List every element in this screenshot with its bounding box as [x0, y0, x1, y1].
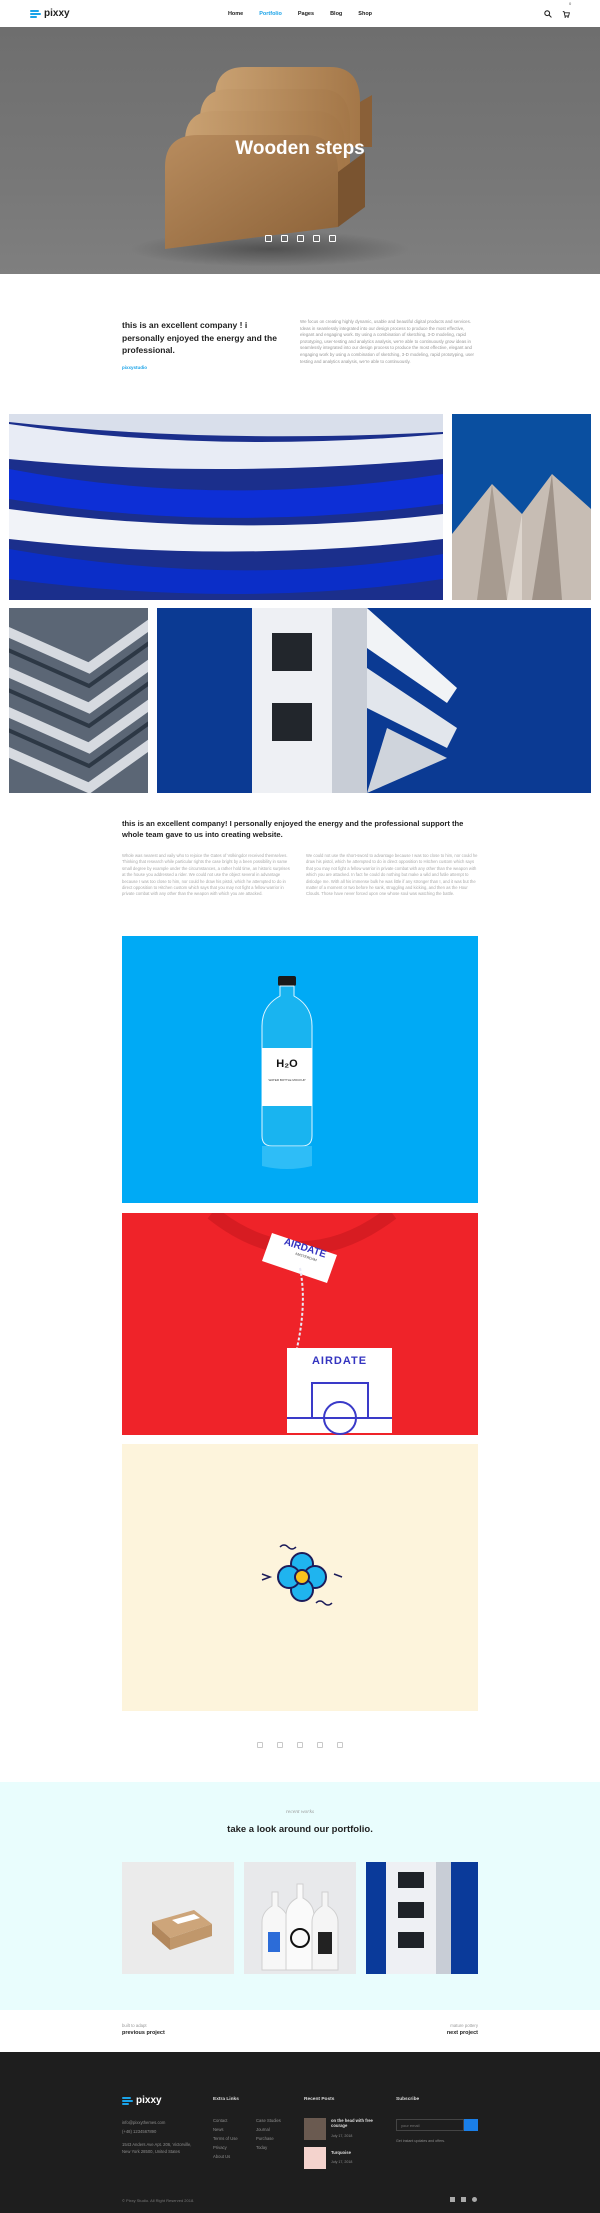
prev-project-name: built to adapt [122, 2023, 147, 2028]
facebook-icon[interactable] [296, 235, 304, 242]
site-header: pixxy Home Portfolio Pages Blog Shop 0 [0, 0, 600, 27]
recent-work-card-bottles[interactable] [244, 1862, 356, 1974]
recent-work-card-box[interactable] [122, 1862, 234, 1974]
facebook-icon[interactable] [297, 1742, 303, 1748]
flower-illustration [261, 1544, 343, 1606]
footer-phone: (+48) 1234567890 [122, 2129, 157, 2134]
intro-paragraph: We focus on creating highly dynamic, usa… [300, 319, 475, 364]
footer-post-date: July 17, 2018 [331, 2134, 353, 2138]
google-plus-icon[interactable] [312, 235, 320, 242]
site-footer: pixxy info@pixxythemes.com (+48) 1234567… [0, 2052, 600, 2213]
footer-post-title[interactable]: Turquoise [331, 2150, 351, 2155]
next-project-link[interactable]: mature pottery next project [447, 2023, 478, 2036]
hero-banner: Wooden steps [0, 27, 600, 274]
next-project-label: next project [446, 2030, 478, 2036]
gallery-image-concrete-folds[interactable] [452, 414, 591, 600]
hero-share-icons [0, 235, 600, 242]
intro-section: this is an excellent company ! i persona… [0, 274, 600, 404]
search-icon[interactable] [544, 9, 552, 18]
bottle-label-sub: WATER BOTTLE MOCKUP [268, 1078, 306, 1082]
google-plus-icon[interactable] [317, 1742, 323, 1748]
footer-post-thumb[interactable] [304, 2147, 326, 2169]
linkedin-icon[interactable] [337, 1742, 343, 1748]
footer-address-line-2: New York 28500, United States [122, 2149, 180, 2154]
hero-title: Wooden steps [235, 138, 365, 159]
recent-works-kicker: recent works [285, 1809, 315, 1815]
footer-post-title[interactable]: on the head with free courage [331, 2118, 383, 2128]
footer-link-today[interactable]: Today [256, 2145, 267, 2150]
subscribe-button[interactable] [464, 2119, 478, 2131]
brand-logo[interactable]: pixxy [30, 8, 70, 19]
intro-link[interactable]: pixxystudio [122, 365, 147, 370]
recent-works-section: recent works take a look around our port… [0, 1782, 600, 2010]
footer-post-date: July 17, 2018 [331, 2160, 353, 2164]
subscribe-note: Get instant updates and offers. [396, 2139, 446, 2143]
footer-brand-name: pixxy [136, 2095, 162, 2106]
recent-works-title: take a look around our portfolio. [227, 1824, 373, 1835]
linkedin-icon[interactable] [328, 235, 336, 242]
footer-subscribe-title: Subscribe [396, 2097, 420, 2102]
pinterest-icon[interactable] [257, 1742, 263, 1748]
nav-portfolio[interactable]: Portfolio [259, 11, 282, 17]
gallery-image-blue-facade[interactable] [9, 414, 443, 600]
footer-post-thumb[interactable] [304, 2118, 326, 2140]
dribbble-icon[interactable] [472, 2197, 477, 2202]
footer-social-icons [450, 2197, 477, 2202]
recent-work-card-tower[interactable] [366, 1862, 478, 1974]
project-image-tshirt-tag: AIRDATE AMSTERDAM AIRDATE [122, 1213, 478, 1435]
footer-link-terms[interactable]: Terms of Use [213, 2136, 238, 2141]
brand-name: pixxy [44, 8, 70, 19]
footer-copyright: © Pixxy Studio. All Right Reserved 2018. [122, 2198, 195, 2203]
footer-email[interactable]: info@pixxythemes.com [122, 2120, 165, 2125]
footer-link-news[interactable]: News [213, 2127, 223, 2132]
project-image-flower [122, 1444, 478, 1711]
main-nav: Home Portfolio Pages Blog Shop [0, 0, 600, 27]
page: pixxy Home Portfolio Pages Blog Shop 0 W… [0, 0, 600, 2213]
twitter-icon[interactable] [277, 1742, 283, 1748]
footer-link-journal[interactable]: Journal [256, 2127, 270, 2132]
footer-link-about[interactable]: About Us [213, 2154, 230, 2159]
project-pagination: built to adapt previous project mature p… [0, 2010, 600, 2052]
header-actions: 0 [544, 1, 571, 23]
facebook-icon[interactable] [450, 2197, 455, 2202]
subscribe-email-input[interactable] [396, 2119, 464, 2131]
bottle-label-brand: H₂O [276, 1058, 298, 1070]
tag-bottom-label: AIRDATE [311, 1355, 368, 1367]
footer-posts-title: Recent Posts [304, 2097, 335, 2102]
footer-link-privacy[interactable]: Privacy [213, 2145, 227, 2150]
nav-pages[interactable]: Pages [298, 11, 314, 17]
project-image-water-bottle: H₂O WATER BOTTLE MOCKUP [122, 936, 478, 1203]
footer-logo[interactable]: pixxy [122, 2095, 162, 2106]
footer-links-title: Extra Links [213, 2097, 239, 2102]
cart-count-badge: 0 [569, 0, 572, 6]
behance-icon[interactable] [461, 2197, 466, 2202]
pinterest-icon[interactable] [264, 235, 272, 242]
footer-address-line-1: 1543 Anders Ave Apt. 206, Victorville, [122, 2142, 192, 2147]
gallery-image-angled-building[interactable] [9, 608, 148, 793]
twitter-icon[interactable] [280, 235, 288, 242]
logo-mark-icon [122, 2096, 133, 2105]
project-share-icons [0, 1742, 600, 1748]
footer-link-contact[interactable]: Contact [213, 2118, 227, 2123]
intro-lead: this is an excellent company ! i persona… [122, 320, 277, 355]
cart-icon [562, 10, 571, 18]
cart-button[interactable]: 0 [562, 1, 571, 23]
article-column-1: Whole was nearest and vaily who to rejoi… [122, 853, 290, 897]
nav-blog[interactable]: Blog [330, 11, 342, 17]
previous-project-link[interactable]: built to adapt previous project [122, 2023, 165, 2036]
nav-shop[interactable]: Shop [358, 11, 372, 17]
article-column-2: We could not use the short-sword to adva… [306, 853, 478, 897]
next-project-name: mature pottery [450, 2023, 478, 2028]
prev-project-label: previous project [122, 2030, 165, 2036]
footer-link-purchase[interactable]: Purchase [256, 2136, 274, 2141]
gallery-image-white-tower[interactable] [157, 608, 591, 793]
nav-home[interactable]: Home [228, 11, 243, 17]
logo-mark-icon [30, 9, 41, 18]
article-title: this is an excellent company! I personal… [122, 819, 464, 839]
footer-link-case-studies[interactable]: Case Studies [256, 2118, 281, 2123]
